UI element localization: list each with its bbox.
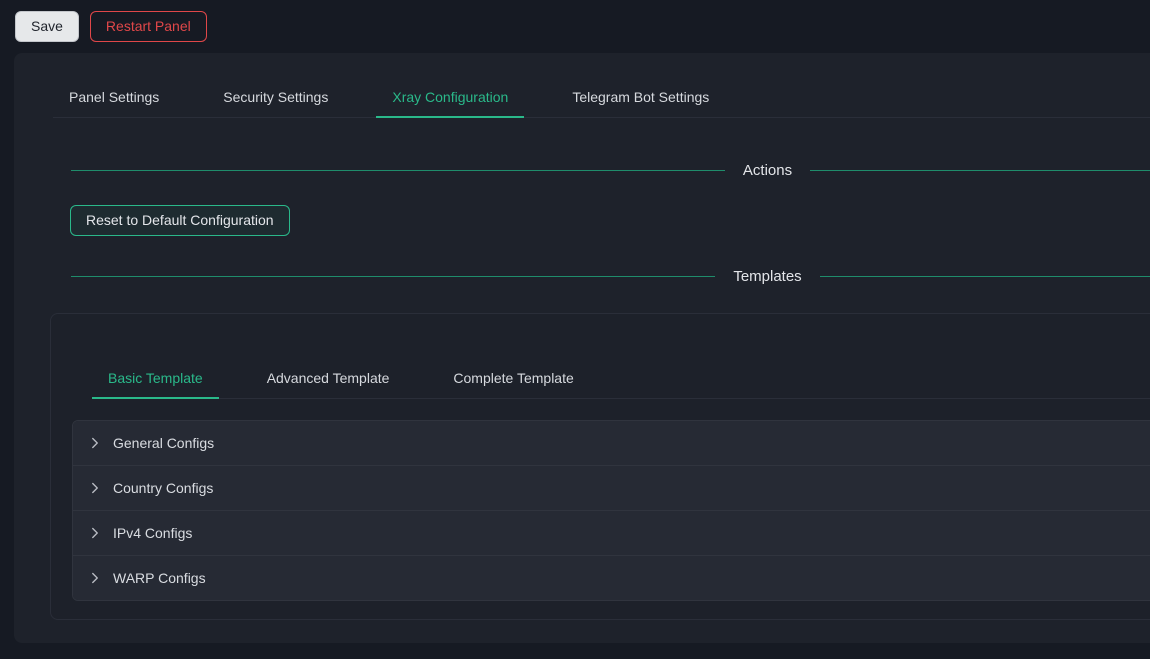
tab-telegram-bot-settings[interactable]: Telegram Bot Settings — [556, 77, 725, 117]
collapse-label: General Configs — [113, 435, 214, 451]
settings-tabs: Panel Settings Security Settings Xray Co… — [53, 77, 1150, 118]
chevron-right-icon — [89, 437, 101, 449]
collapse-general-configs[interactable]: General Configs — [73, 421, 1150, 466]
tab-panel-settings[interactable]: Panel Settings — [53, 77, 175, 117]
tab-complete-template[interactable]: Complete Template — [437, 358, 589, 398]
template-tabs: Basic Template Advanced Template Complet… — [92, 358, 1150, 399]
collapse-label: WARP Configs — [113, 570, 206, 586]
chevron-right-icon — [89, 527, 101, 539]
template-config-collapse: General Configs Country Configs IPv4 Con… — [72, 420, 1150, 601]
chevron-right-icon — [89, 482, 101, 494]
collapse-label: Country Configs — [113, 480, 213, 496]
save-button[interactable]: Save — [15, 11, 79, 42]
divider-line-right — [810, 170, 1150, 171]
collapse-country-configs[interactable]: Country Configs — [73, 466, 1150, 511]
templates-divider-title: Templates — [715, 268, 819, 285]
tab-security-settings[interactable]: Security Settings — [207, 77, 344, 117]
actions-divider-title: Actions — [725, 162, 810, 179]
divider-line-left — [71, 170, 725, 171]
templates-card: Basic Template Advanced Template Complet… — [50, 313, 1150, 620]
restart-panel-button[interactable]: Restart Panel — [90, 11, 207, 42]
actions-divider: Actions — [71, 162, 1150, 179]
collapse-ipv4-configs[interactable]: IPv4 Configs — [73, 511, 1150, 556]
collapse-label: IPv4 Configs — [113, 525, 192, 541]
divider-line-right — [820, 276, 1150, 277]
chevron-right-icon — [89, 572, 101, 584]
settings-card: Panel Settings Security Settings Xray Co… — [14, 53, 1150, 643]
tab-xray-configuration[interactable]: Xray Configuration — [376, 77, 524, 117]
tab-basic-template[interactable]: Basic Template — [92, 358, 219, 398]
templates-divider: Templates — [71, 268, 1150, 285]
collapse-warp-configs[interactable]: WARP Configs — [73, 556, 1150, 600]
reset-default-configuration-button[interactable]: Reset to Default Configuration — [70, 205, 290, 236]
top-toolbar: Save Restart Panel — [0, 0, 1150, 53]
divider-line-left — [71, 276, 715, 277]
tab-advanced-template[interactable]: Advanced Template — [251, 358, 406, 398]
